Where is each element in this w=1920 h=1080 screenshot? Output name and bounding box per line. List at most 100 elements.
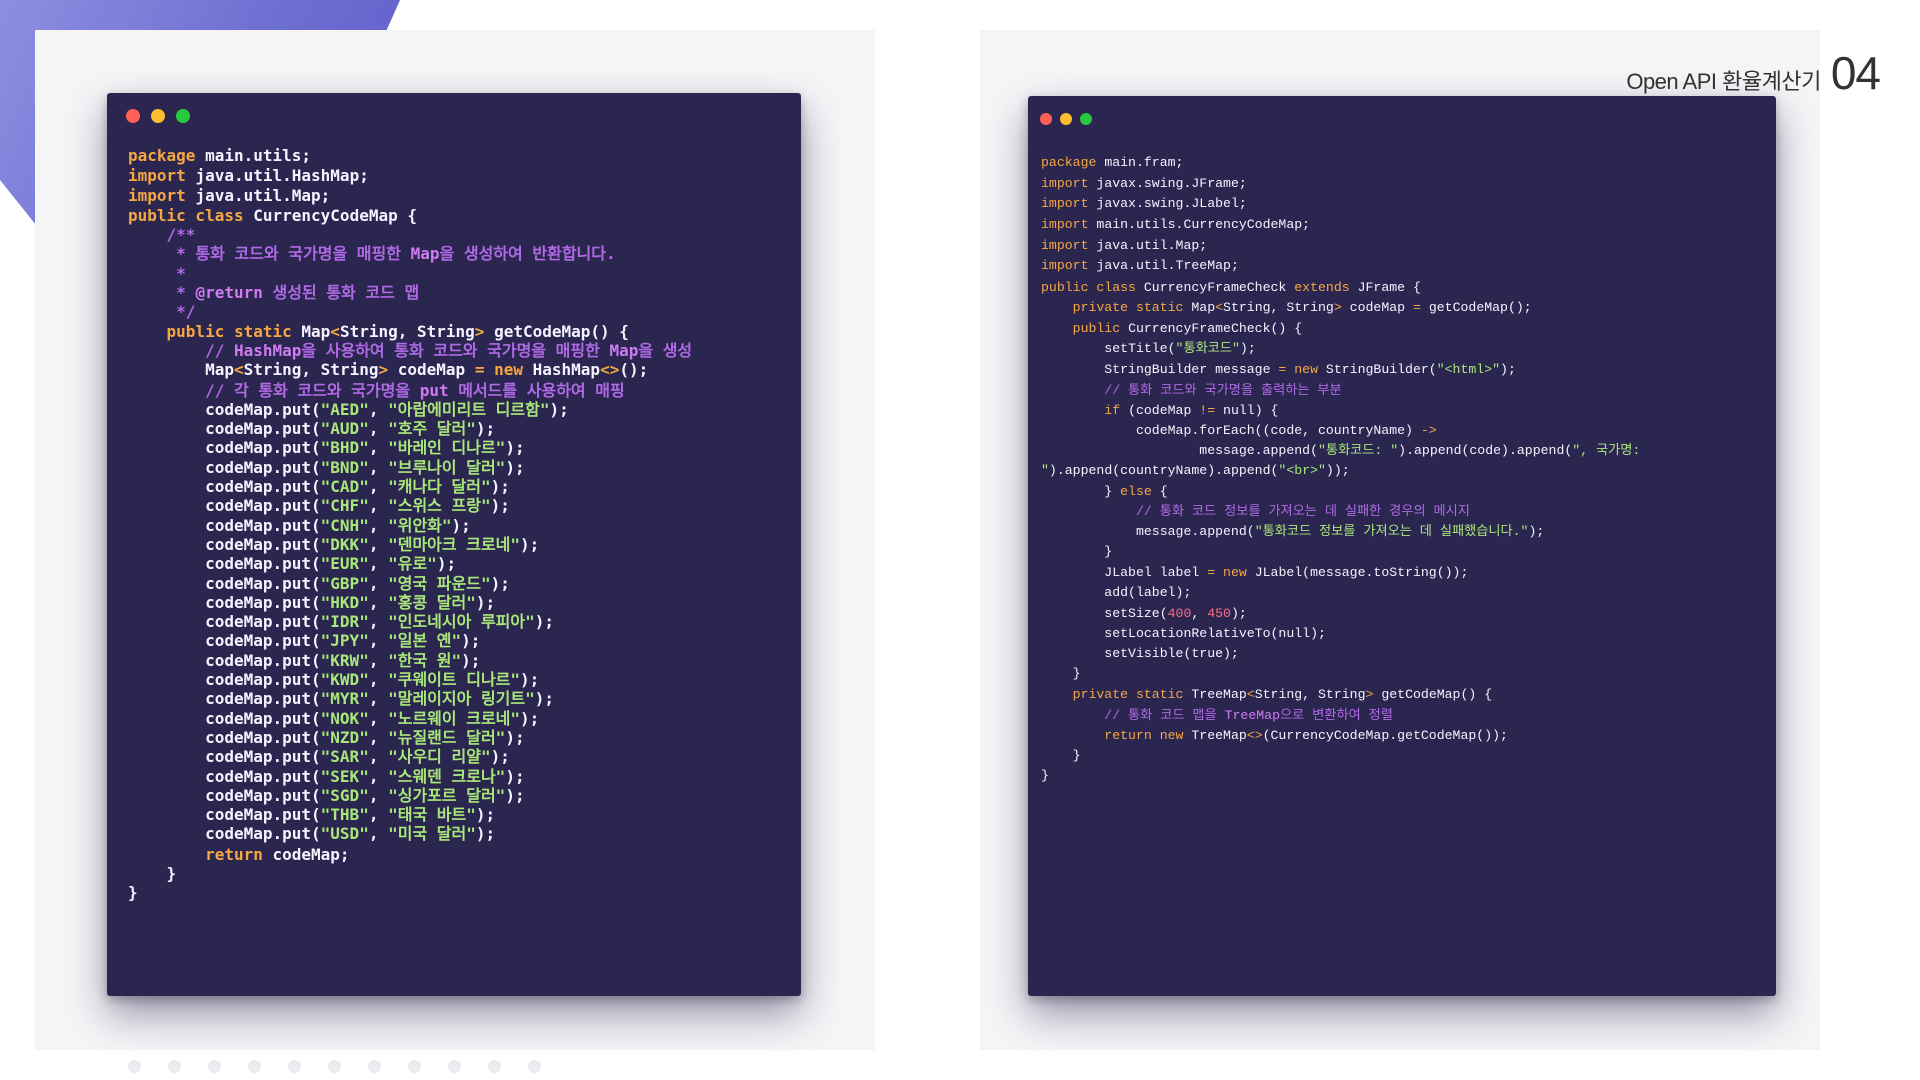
code-token: }	[1041, 483, 1121, 499]
code-token: codeMap.put(	[128, 515, 321, 535]
code-token: add(label);	[1041, 584, 1192, 600]
maximize-dot-icon	[176, 109, 190, 123]
code-token: "BHD"	[320, 438, 369, 458]
code-token: StringBuilder(	[1325, 361, 1437, 377]
code-line: private static TreeMap<String, String> g…	[1041, 685, 1640, 705]
code-token: ,	[1191, 606, 1208, 622]
code-token: javax.swing.JLabel;	[1096, 196, 1247, 212]
code-token: );	[475, 805, 496, 825]
code-token: );	[520, 708, 540, 728]
code-line: codeMap.put("AED", "아랍에미리트 디르함");	[128, 400, 692, 419]
code-token: Map	[609, 340, 639, 360]
code-token: );	[520, 670, 540, 690]
code-token: "KRW"	[320, 650, 369, 670]
code-line: codeMap.put("CAD", "캐나다 달러");	[128, 477, 692, 496]
slide-header: Open API 환율계산기 04	[1626, 46, 1881, 100]
code-token: import	[1041, 238, 1097, 254]
code-token: ,	[368, 824, 389, 844]
code-line: public static Map<String, String> getCod…	[128, 322, 692, 341]
code-line: Map<String, String> codeMap = new HashMa…	[128, 360, 692, 379]
code-token: "NOK"	[320, 708, 369, 728]
code-line: public CurrencyFrameCheck() {	[1041, 319, 1640, 339]
code-line: ").append(countryName).append("<br>"));	[1041, 461, 1640, 481]
code-token: );	[461, 631, 481, 651]
code-token: public class	[1041, 279, 1144, 295]
code-token: "한국 원"	[388, 650, 462, 670]
code-token: <>	[1246, 727, 1263, 743]
code-line: setSize(400, 450);	[1041, 604, 1640, 624]
code-token: );	[534, 612, 555, 632]
code-token: ,	[368, 747, 389, 767]
code-line: } else {	[1041, 482, 1640, 502]
code-line: codeMap.put("KWD", "쿠웨이트 디나르");	[128, 670, 692, 689]
code-token: "AED"	[320, 399, 369, 419]
code-token: "	[1041, 463, 1049, 479]
code-token: "위안화"	[388, 515, 452, 535]
code-token: ,	[368, 670, 389, 690]
code-token: ,	[368, 438, 389, 458]
code-token: ,	[368, 631, 389, 651]
code-token: ,	[368, 785, 389, 805]
code-line: codeMap.put("SAR", "사우디 리얄");	[128, 747, 692, 766]
code-line: /**	[128, 225, 692, 244]
code-line: * @return 생성된 통화 코드 맵	[128, 283, 692, 302]
code-token: );	[436, 554, 457, 574]
code-token: codeMap.put(	[128, 573, 321, 593]
code-token: getCodeMap() {	[484, 321, 629, 341]
code-line: public class CurrencyCodeMap {	[128, 206, 692, 225]
code-token: <	[1246, 687, 1255, 703]
decorative-dot	[528, 1060, 541, 1073]
code-token: ,	[368, 573, 389, 593]
code-line: codeMap.put("BND", "브루나이 달러");	[128, 458, 692, 477]
code-token: return	[128, 844, 273, 864]
code-token: 을 생성하여 반환합니다.	[439, 244, 616, 264]
code-token: "JPY"	[320, 631, 369, 651]
code-line: codeMap.put("CNH", "위안화");	[128, 516, 692, 535]
code-token: codeMap.forEach((code, countryName)	[1041, 423, 1421, 439]
code-token: "CAD"	[320, 477, 369, 497]
code-token: codeMap.put(	[128, 689, 321, 709]
code-token: /**	[128, 225, 196, 245]
code-token: // 각 통화 코드와 국가명을	[128, 380, 420, 400]
code-token: "호주 달러"	[388, 419, 476, 439]
code-token: ,	[368, 515, 389, 535]
code-token: "태국 바트"	[388, 805, 476, 825]
code-line: import javax.swing.JFrame;	[1041, 174, 1640, 194]
code-token: <	[330, 321, 340, 341]
code-token: getCodeMap() {	[1373, 687, 1493, 703]
code-token: "스위스 프랑"	[388, 496, 491, 516]
code-token: TreeMap	[1191, 727, 1247, 743]
code-token: ,	[368, 689, 389, 709]
code-token: );	[1239, 340, 1256, 356]
code-token: ,	[368, 399, 389, 419]
code-line: package main.fram;	[1041, 153, 1640, 173]
code-token: setTitle(	[1041, 340, 1176, 356]
code-token: "BND"	[320, 457, 369, 477]
code-token: java.util.Map;	[1096, 238, 1208, 254]
code-line: setLocationRelativeTo(null);	[1041, 624, 1640, 644]
code-line: codeMap.put("HKD", "홍콩 달러");	[128, 593, 692, 612]
code-token: codeMap.put(	[128, 612, 321, 632]
code-token: "통화코드"	[1175, 340, 1240, 356]
code-token: "통화코드: "	[1317, 443, 1399, 459]
code-token: ,	[368, 419, 389, 439]
code-token: "쿠웨이트 디나르"	[388, 670, 521, 690]
code-token: codeMap	[388, 360, 475, 380]
code-token: javax.swing.JFrame;	[1096, 176, 1247, 192]
code-token: }	[1041, 543, 1113, 559]
code-line: }	[1041, 542, 1640, 562]
code-token: message.append(	[1041, 443, 1318, 459]
code-token: setVisible(true);	[1041, 646, 1239, 662]
code-token: );	[534, 689, 555, 709]
code-token: codeMap.put(	[128, 766, 321, 786]
code-token: java.util.TreeMap;	[1096, 258, 1239, 274]
decorative-dot	[368, 1060, 381, 1073]
code-token: ", 국가명:	[1572, 443, 1641, 459]
code-line: }	[1041, 664, 1640, 684]
code-token: =	[1207, 564, 1216, 580]
code-line: codeMap.put("GBP", "영국 파운드");	[128, 574, 692, 593]
code-token: import	[1041, 258, 1097, 274]
code-token: JLabel label	[1041, 564, 1208, 580]
code-token: *	[128, 283, 196, 303]
code-token: }	[1041, 747, 1081, 763]
